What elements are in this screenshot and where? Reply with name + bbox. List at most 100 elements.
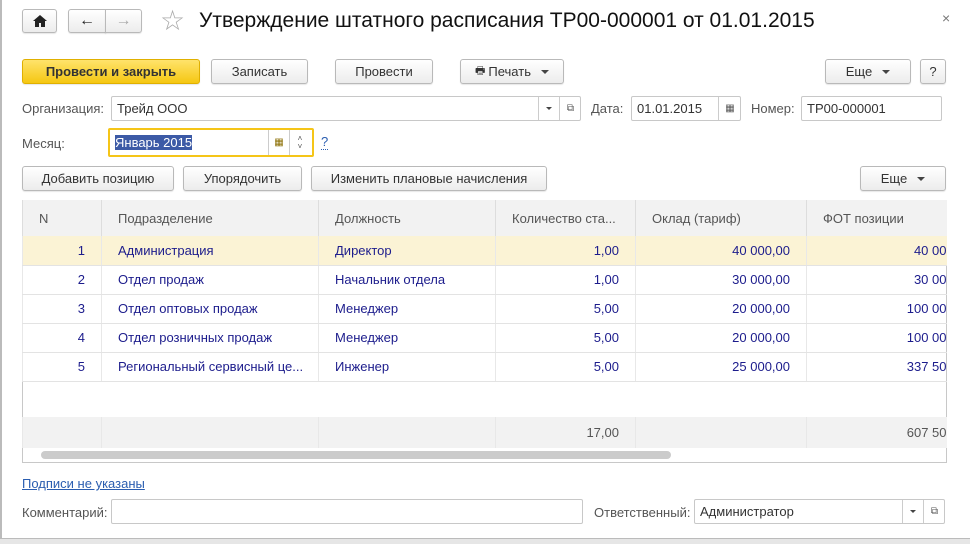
empty-area bbox=[23, 381, 947, 417]
save-button[interactable]: Записать bbox=[211, 59, 308, 84]
total-quantity: 17,00 bbox=[495, 417, 636, 448]
cell-n[interactable]: 3 bbox=[22, 294, 102, 324]
calendar-icon: ▦ bbox=[725, 103, 735, 114]
forward-button[interactable]: → bbox=[105, 9, 142, 33]
number-label: Номер: bbox=[751, 101, 795, 116]
date-value: 01.01.2015 bbox=[637, 101, 703, 116]
chevron-down-icon bbox=[882, 69, 891, 74]
cell-fot[interactable]: 100 00 bbox=[806, 323, 947, 353]
cell-quantity[interactable]: 1,00 bbox=[495, 236, 636, 266]
month-field[interactable]: Январь 2015 ▦ ˄ ˅ bbox=[108, 128, 314, 157]
table-row[interactable]: 3 Отдел оптовых продаж Менеджер 5,00 20 000,… bbox=[22, 294, 947, 324]
dropdown-button[interactable] bbox=[902, 500, 923, 523]
signatures-link[interactable]: Подписи не указаны bbox=[22, 476, 145, 491]
home-button[interactable] bbox=[22, 9, 57, 33]
month-calendar-button[interactable]: ▦ bbox=[268, 130, 289, 155]
comment-label: Комментарий: bbox=[22, 505, 108, 520]
cell-salary[interactable]: 20 000,00 bbox=[635, 323, 807, 353]
org-label: Организация: bbox=[22, 101, 105, 116]
table-row[interactable]: 5 Региональный сервисный це... Инженер 5,00… bbox=[22, 352, 947, 382]
arrow-left-icon: ← bbox=[79, 12, 95, 29]
printer-icon: 🖶 bbox=[475, 65, 486, 77]
calendar-icon: ▦ bbox=[274, 137, 284, 148]
print-label: Печать bbox=[488, 64, 531, 79]
sort-button[interactable]: Упорядочить bbox=[183, 166, 302, 191]
cell-department[interactable]: Отдел оптовых продаж bbox=[101, 294, 319, 324]
responsible-field[interactable]: Администратор ⧉ bbox=[694, 499, 945, 524]
cell-department[interactable]: Отдел продаж bbox=[101, 265, 319, 295]
staff-table: N Подразделение Должность Количество ста… bbox=[22, 200, 947, 448]
comment-field[interactable] bbox=[111, 499, 583, 524]
cell-fot[interactable]: 30 00 bbox=[806, 265, 947, 295]
date-label: Дата: bbox=[591, 101, 624, 116]
dropdown-button[interactable] bbox=[538, 97, 559, 120]
page-title: Утверждение штатного расписания ТР00-000… bbox=[199, 9, 815, 32]
number-field[interactable]: ТР00-000001 bbox=[801, 96, 942, 121]
cell-department[interactable]: Региональный сервисный це... bbox=[101, 352, 319, 382]
col-header-position[interactable]: Должность bbox=[318, 200, 496, 236]
col-header-salary[interactable]: Оклад (тариф) bbox=[635, 200, 807, 236]
cell-position[interactable]: Менеджер bbox=[318, 294, 496, 324]
org-field[interactable]: Трейд ООО ⧉ bbox=[111, 96, 581, 121]
chevron-down-icon bbox=[910, 510, 916, 513]
date-field[interactable]: 01.01.2015 ▦ bbox=[631, 96, 741, 121]
cell-salary[interactable]: 20 000,00 bbox=[635, 294, 807, 324]
post-button[interactable]: Провести bbox=[335, 59, 433, 84]
more-button[interactable]: Еще bbox=[825, 59, 911, 84]
col-header-fot[interactable]: ФОТ позиции bbox=[806, 200, 947, 236]
cell-position[interactable]: Менеджер bbox=[318, 323, 496, 353]
cell-quantity[interactable]: 1,00 bbox=[495, 265, 636, 295]
window-bottom-edge bbox=[0, 538, 970, 544]
table-row[interactable]: 4 Отдел розничных продаж Менеджер 5,00 20 00… bbox=[22, 323, 947, 353]
chevron-down-icon bbox=[540, 69, 549, 74]
post-and-close-button[interactable]: Провести и закрыть bbox=[22, 59, 200, 84]
add-position-button[interactable]: Добавить позицию bbox=[22, 166, 174, 191]
scrollbar-thumb[interactable] bbox=[41, 451, 671, 459]
back-button[interactable]: ← bbox=[68, 9, 106, 33]
col-header-department[interactable]: Подразделение bbox=[101, 200, 319, 236]
open-button[interactable]: ⧉ bbox=[923, 500, 945, 523]
responsible-value: Администратор bbox=[700, 504, 794, 519]
table-row[interactable]: 1 Администрация Директор 1,00 40 000,00 40 00 bbox=[22, 236, 947, 266]
month-help-link[interactable]: ? bbox=[321, 134, 329, 150]
table-more-button[interactable]: Еще bbox=[860, 166, 946, 191]
responsible-label: Ответственный: bbox=[594, 505, 691, 520]
cell-quantity[interactable]: 5,00 bbox=[495, 323, 636, 353]
calendar-button[interactable]: ▦ bbox=[718, 97, 741, 120]
window-left-edge bbox=[0, 0, 2, 538]
cell-fot[interactable]: 100 00 bbox=[806, 294, 947, 324]
cell-n[interactable]: 5 bbox=[22, 352, 102, 382]
cell-fot[interactable]: 40 00 bbox=[806, 236, 947, 266]
help-button[interactable]: ? bbox=[920, 59, 946, 84]
open-icon: ⧉ bbox=[930, 506, 939, 517]
close-icon[interactable]: × bbox=[942, 10, 950, 26]
cell-position[interactable]: Инженер bbox=[318, 352, 496, 382]
cell-n[interactable]: 2 bbox=[22, 265, 102, 295]
cell-fot[interactable]: 337 50 bbox=[806, 352, 947, 382]
cell-salary[interactable]: 40 000,00 bbox=[635, 236, 807, 266]
cell-department[interactable]: Администрация bbox=[101, 236, 319, 266]
col-header-quantity[interactable]: Количество ста... bbox=[495, 200, 636, 236]
month-label: Месяц: bbox=[22, 136, 65, 151]
month-spinner[interactable]: ˄ ˅ bbox=[289, 130, 310, 155]
cell-position[interactable]: Начальник отдела bbox=[318, 265, 496, 295]
chevron-down-icon bbox=[917, 176, 926, 181]
horizontal-scrollbar[interactable] bbox=[23, 448, 945, 462]
cell-n[interactable]: 1 bbox=[22, 236, 102, 266]
cell-department[interactable]: Отдел розничных продаж bbox=[101, 323, 319, 353]
cell-n[interactable]: 4 bbox=[22, 323, 102, 353]
org-value: Трейд ООО bbox=[117, 101, 188, 116]
number-value: ТР00-000001 bbox=[807, 101, 886, 116]
totals-row: 17,00 607 50 bbox=[22, 417, 947, 448]
col-header-n[interactable]: N bbox=[22, 200, 102, 236]
cell-position[interactable]: Директор bbox=[318, 236, 496, 266]
print-button[interactable]: 🖶 Печать bbox=[460, 59, 564, 84]
open-button[interactable]: ⧉ bbox=[559, 97, 581, 120]
change-planned-accruals-button[interactable]: Изменить плановые начисления bbox=[311, 166, 547, 191]
cell-quantity[interactable]: 5,00 bbox=[495, 294, 636, 324]
table-row[interactable]: 2 Отдел продаж Начальник отдела 1,00 30 000,… bbox=[22, 265, 947, 295]
cell-quantity[interactable]: 5,00 bbox=[495, 352, 636, 382]
cell-salary[interactable]: 25 000,00 bbox=[635, 352, 807, 382]
cell-salary[interactable]: 30 000,00 bbox=[635, 265, 807, 295]
favorite-star-icon[interactable]: ☆ bbox=[160, 4, 185, 37]
